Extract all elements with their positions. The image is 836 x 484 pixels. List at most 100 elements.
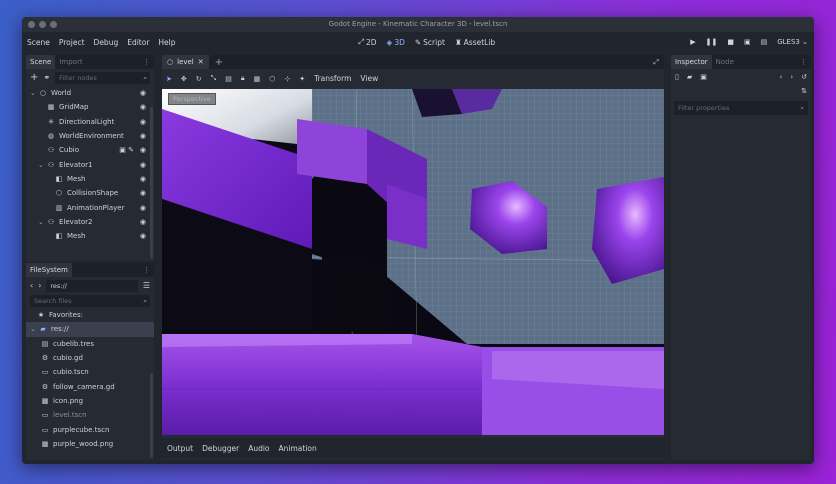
visibility-eye-icon[interactable]: ◉ <box>140 118 146 126</box>
script-attached-icon[interactable]: ▣ ✎ <box>119 146 134 154</box>
menu-scene[interactable]: Scene <box>27 38 50 47</box>
visibility-eye-icon[interactable]: ◉ <box>140 204 146 212</box>
visibility-eye-icon[interactable]: ◉ <box>140 218 146 226</box>
mode-script-button[interactable]: ✎ Script <box>415 38 445 47</box>
pause-icon[interactable]: ❚❚ <box>706 38 718 46</box>
tab-scene[interactable]: Scene <box>26 55 56 69</box>
renderer-select[interactable]: GLES3 ⌄ <box>777 38 808 46</box>
close-icon[interactable]: ✕ <box>198 58 204 66</box>
scene-scrollbar[interactable] <box>150 107 153 259</box>
tab-animation[interactable]: Animation <box>279 444 317 453</box>
dock-menu-icon[interactable]: ⋮ <box>143 263 154 277</box>
file-item-5[interactable]: ▭ level.tscn <box>26 408 154 422</box>
play-icon[interactable]: ▶ <box>690 38 695 46</box>
visibility-eye-icon[interactable]: ◉ <box>140 189 146 197</box>
perspective-menu[interactable]: Perspective <box>168 93 216 105</box>
link-icon[interactable]: ⚭ <box>43 73 50 82</box>
chevron-down-icon[interactable]: ⌄ <box>38 161 46 169</box>
rotate-tool-icon[interactable]: ↻ <box>196 75 202 83</box>
tab-output[interactable]: Output <box>167 444 193 453</box>
file-item-1[interactable]: ⚙ cubio.gd <box>26 351 154 365</box>
fullscreen-icon[interactable]: ⤢ <box>653 58 664 67</box>
scene-node-4[interactable]: ⚇ Cubio ▣ ✎ ◉ <box>26 143 154 157</box>
file-item-3[interactable]: ⚙ follow_camera.gd <box>26 379 154 393</box>
filter-nodes-input[interactable]: Filter nodes ⌕ <box>55 71 150 84</box>
save-icon[interactable]: ▣ <box>700 73 707 81</box>
dock-menu-icon[interactable]: ⋮ <box>800 55 811 69</box>
menu-project[interactable]: Project <box>59 38 85 47</box>
mode-2d-button[interactable]: ⤢ 2D <box>358 37 377 47</box>
visibility-eye-icon[interactable]: ◉ <box>140 132 146 140</box>
lock-icon[interactable]: 🔒︎ <box>241 74 245 83</box>
play-custom-icon[interactable]: ▤ <box>761 38 768 46</box>
tab-level[interactable]: ○ level ✕ <box>162 55 209 69</box>
scene-node-6[interactable]: ◧ Mesh ◉ <box>26 172 154 186</box>
group-icon[interactable]: ▦ <box>254 75 261 83</box>
visibility-eye-icon[interactable]: ◉ <box>140 146 146 154</box>
visibility-eye-icon[interactable]: ◉ <box>140 89 146 97</box>
dock-menu-icon[interactable]: ⋮ <box>143 55 154 69</box>
stop-icon[interactable]: ■ <box>727 38 734 46</box>
mode-3d-button[interactable]: ◈ 3D <box>387 38 405 47</box>
new-resource-icon[interactable]: ▯ <box>675 73 679 81</box>
tab-audio[interactable]: Audio <box>248 444 269 453</box>
history-icon[interactable]: ↺ <box>801 73 807 81</box>
play-scene-icon[interactable]: ▣ <box>744 38 751 46</box>
forward-arrow-icon[interactable]: › <box>38 281 41 290</box>
add-node-icon[interactable]: + <box>30 72 38 83</box>
files-scrollbar[interactable] <box>150 373 153 458</box>
file-item-7[interactable]: ▩ purple_wood.png <box>26 437 154 451</box>
scene-node-7[interactable]: ⬡ CollisionShape ◉ <box>26 186 154 200</box>
file-item-6[interactable]: ▭ purplecube.tscn <box>26 422 154 436</box>
chevron-down-icon[interactable]: ⌄ <box>30 89 38 97</box>
scene-node-10[interactable]: ◧ Mesh ◉ <box>26 229 154 243</box>
add-tab-icon[interactable]: + <box>209 57 223 68</box>
3d-viewport[interactable]: Perspective <box>162 89 664 435</box>
scene-node-8[interactable]: ▥ AnimationPlayer ◉ <box>26 200 154 214</box>
scene-node-0[interactable]: ⌄ ○ World ◉ <box>26 86 154 100</box>
scene-node-3[interactable]: ◍ WorldEnvironment ◉ <box>26 129 154 143</box>
chevron-down-icon[interactable]: ⌄ <box>38 218 46 226</box>
move-tool-icon[interactable]: ✥ <box>181 75 187 83</box>
scene-node-9[interactable]: ⌄ ⚇ Elevator2 ◉ <box>26 215 154 229</box>
tab-debugger[interactable]: Debugger <box>202 444 239 453</box>
tab-import[interactable]: Import <box>55 55 86 69</box>
scene-node-1[interactable]: ▦ GridMap ◉ <box>26 100 154 114</box>
open-folder-icon[interactable]: ▰ <box>687 73 692 81</box>
back-arrow-icon[interactable]: ‹ <box>30 281 33 290</box>
menu-editor[interactable]: Editor <box>127 38 149 47</box>
select-tool-icon[interactable]: ➤ <box>166 75 172 83</box>
menu-debug[interactable]: Debug <box>94 38 119 47</box>
tab-node[interactable]: Node <box>712 55 738 69</box>
visibility-eye-icon[interactable]: ◉ <box>140 232 146 240</box>
close-window-button[interactable] <box>28 21 35 28</box>
back-arrow-icon[interactable]: ‹ <box>780 73 783 81</box>
scale-tool-icon[interactable]: ⤡ <box>211 74 217 83</box>
search-files-input[interactable]: Search files ⌕ <box>30 295 150 307</box>
file-item-2[interactable]: ▭ cubio.tscn <box>26 365 154 379</box>
split-view-icon[interactable]: ☰ <box>143 281 150 290</box>
folder-res[interactable]: ⌄ ▰ res:// <box>26 322 154 337</box>
scene-node-2[interactable]: ✳ DirectionalLight ◉ <box>26 115 154 129</box>
tab-inspector[interactable]: Inspector <box>671 55 712 69</box>
file-item-4[interactable]: ▩ icon.png <box>26 394 154 408</box>
local-space-icon[interactable]: ⬡ <box>269 75 275 83</box>
transform-menu[interactable]: Transform <box>314 74 351 83</box>
list-select-icon[interactable]: ▤ <box>225 75 232 83</box>
snap-icon[interactable]: ⊹ <box>284 75 290 83</box>
object-properties-icon[interactable]: ⇅ <box>801 87 807 95</box>
scene-node-5[interactable]: ⌄ ⚇ Elevator1 ◉ <box>26 157 154 171</box>
visibility-eye-icon[interactable]: ◉ <box>140 103 146 111</box>
mode-assetlib-button[interactable]: ♜ AssetLib <box>455 38 495 47</box>
forward-arrow-icon[interactable]: › <box>790 73 793 81</box>
view-menu[interactable]: View <box>360 74 378 83</box>
minimize-window-button[interactable] <box>39 21 46 28</box>
camera-icon[interactable]: ✦ <box>299 75 305 83</box>
filter-properties-input[interactable]: Filter properties ⌕ <box>674 101 808 115</box>
file-item-0[interactable]: ▤ cubelib.tres <box>26 337 154 351</box>
favorites-item[interactable]: ★ Favorites: <box>26 308 154 322</box>
visibility-eye-icon[interactable]: ◉ <box>140 175 146 183</box>
maximize-window-button[interactable] <box>50 21 57 28</box>
visibility-eye-icon[interactable]: ◉ <box>140 161 146 169</box>
tab-filesystem[interactable]: FileSystem <box>26 263 72 277</box>
